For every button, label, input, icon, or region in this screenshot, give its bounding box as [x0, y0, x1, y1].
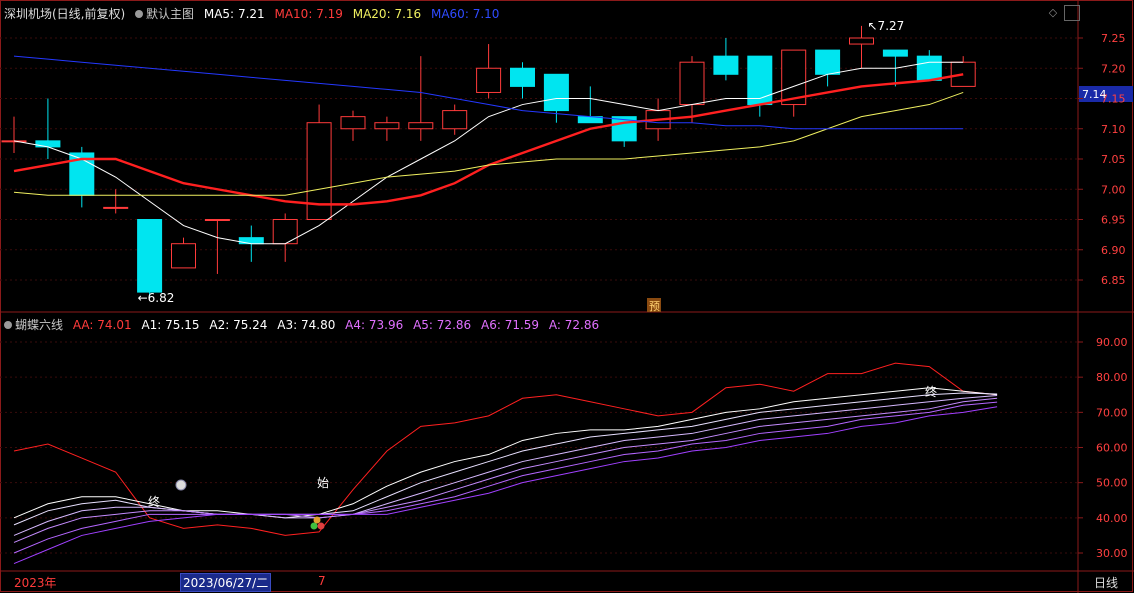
candle-down [815, 49, 841, 75]
a5-value: A5: 72.86 [413, 318, 472, 332]
settings-dot-icon [4, 321, 12, 329]
candlestick-series[interactable] [1, 25, 976, 299]
a1-value: A1: 75.15 [141, 318, 200, 332]
indicator-selector[interactable]: 蝴蝶六线 [4, 318, 63, 332]
price-tick-label: 6.90 [1101, 244, 1126, 257]
indicator-legend: 蝴蝶六线 AA: 74.01 A1: 75.15 A2: 75.24 A3: 7… [4, 316, 605, 333]
candle-up [204, 219, 230, 221]
price-tick-label: 7.00 [1101, 183, 1126, 196]
candle-down [713, 55, 739, 75]
price-tick-label: 6.95 [1101, 214, 1126, 227]
price-tick-label: 7.10 [1101, 123, 1126, 136]
a6-line [13, 406, 998, 565]
candle-up [340, 116, 366, 130]
candle-up [374, 122, 400, 130]
indicator-tick-label: 30.00 [1096, 547, 1128, 560]
price-tick-label: 6.85 [1101, 274, 1126, 287]
cursor-date-label: 2023/06/27/二 [180, 573, 272, 592]
ma20-legend: MA20: 7.16 [352, 7, 422, 21]
ma60-legend: MA60: 7.10 [430, 7, 500, 21]
cup-icon [175, 479, 187, 491]
price-tick-label: 7.20 [1101, 62, 1126, 75]
a-value: A: 72.86 [548, 318, 600, 332]
ma5-legend: MA5: 7.21 [203, 7, 265, 21]
a2-value: A2: 75.24 [209, 318, 268, 332]
price-tick-label: 7.05 [1101, 153, 1126, 166]
candle-down [747, 55, 773, 106]
start-marker-label: 始 [317, 476, 329, 490]
indicator-tick-label: 70.00 [1096, 406, 1128, 419]
cluster-icon [313, 516, 321, 524]
expand-icon[interactable] [1064, 5, 1080, 21]
settings-dot-icon [135, 10, 144, 18]
chart-canvas[interactable]: 7.257.207.157.107.057.006.956.906.8590.0… [0, 0, 1134, 593]
ma10-legend: MA10: 7.19 [274, 7, 343, 21]
period-button[interactable]: 日线 [1094, 574, 1118, 591]
indicator-tick-label: 50.00 [1096, 477, 1128, 490]
ma20-line [13, 91, 964, 196]
high-price-annotation: ↖7.27 [868, 19, 905, 33]
cluster-icon [310, 522, 318, 530]
candle-down [916, 55, 942, 81]
candle-up [408, 122, 434, 130]
indicator-tick-label: 60.00 [1096, 442, 1128, 455]
year-label: 2023年 [14, 576, 57, 590]
candle-up [476, 67, 502, 93]
stock-title[interactable]: 深圳机场(日线,前复权) [4, 7, 125, 21]
main-chart-selector[interactable]: 默认主图 [135, 7, 194, 21]
month-label: 7 [318, 574, 326, 588]
candle-up [171, 243, 196, 269]
axis-tick-labels: 7.257.207.157.107.057.006.956.906.8590.0… [1078, 32, 1128, 560]
candle-up [849, 37, 874, 45]
candle-down [543, 73, 569, 112]
candle-up [679, 61, 705, 106]
candle-up [103, 206, 129, 209]
candle-up [272, 219, 298, 245]
current-price-label: 7.14 [1082, 88, 1107, 101]
candle-down [35, 140, 61, 148]
forecast-tag-label: 预 [649, 300, 660, 313]
a4-value: A4: 73.96 [345, 318, 404, 332]
a4-line [13, 397, 998, 543]
a5-line [13, 401, 998, 554]
indicator-tick-label: 40.00 [1096, 512, 1128, 525]
end-marker-label: 终 [148, 494, 160, 509]
diamond-icon[interactable]: ◇ [1046, 6, 1060, 20]
price-tick-label: 7.25 [1101, 32, 1126, 45]
indicator-tick-label: 90.00 [1096, 336, 1128, 349]
end-marker-label: 终 [925, 384, 937, 399]
candle-up [442, 110, 468, 130]
candle-down [882, 49, 908, 57]
a3-value: A3: 74.80 [277, 318, 336, 332]
main-legend: 深圳机场(日线,前复权) 默认主图 MA5: 7.21 MA10: 7.19 M… [4, 5, 505, 22]
a6-value: A6: 71.59 [480, 318, 540, 332]
indicator-tick-label: 80.00 [1096, 371, 1128, 384]
aa-value: AA: 74.01 [72, 318, 132, 332]
cluster-icon [317, 522, 325, 530]
candle-down [238, 237, 264, 245]
low-price-annotation: ←6.82 [138, 291, 175, 305]
candle-down [137, 219, 163, 293]
indicator-lines [13, 362, 998, 565]
aa-line [13, 362, 998, 536]
candle-down [510, 67, 535, 87]
